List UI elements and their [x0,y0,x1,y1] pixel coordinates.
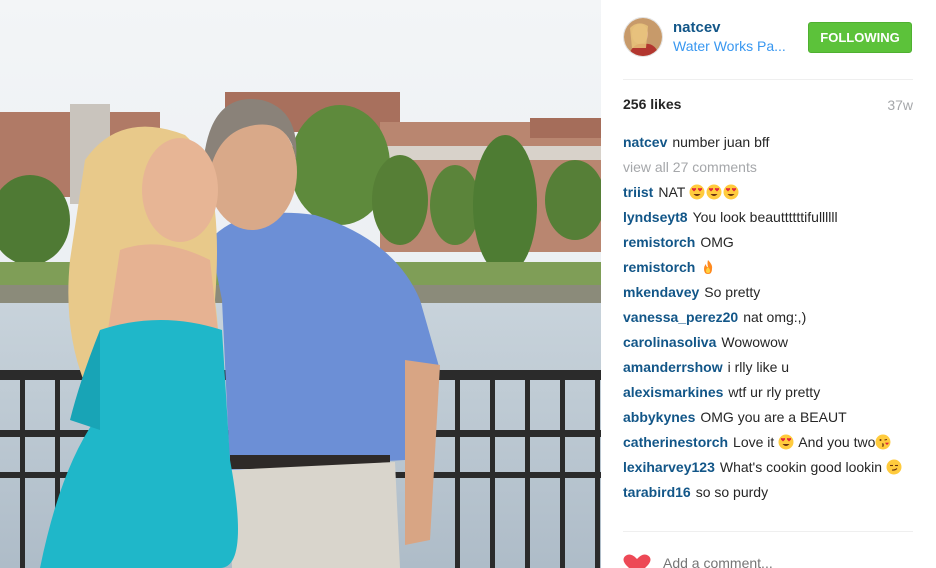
comment-username[interactable]: abbykynes [623,409,695,425]
comment-text: so so purdy [695,484,769,500]
divider [623,531,913,532]
comment-text: OMG you are a BEAUT [700,409,847,425]
comment-row: tarabird16 so so purdy [623,483,913,502]
following-button[interactable]: FOLLOWING [808,22,912,53]
heart-eyes-emoji-icon [778,434,794,450]
smirk-emoji-icon [886,459,902,475]
comment-text: And you two [795,434,876,450]
comment-text: Love it [733,434,775,450]
comment-username[interactable]: remistorch [623,259,695,275]
post-header: natcev Water Works Pa... FOLLOWING [623,17,913,59]
fire-emoji-icon [704,260,713,274]
post-photo[interactable] [0,0,601,568]
post-location[interactable]: Water Works Pa... [673,38,791,54]
likes-count[interactable]: 256 likes [623,96,681,112]
heart-eyes-emoji-icon [723,184,739,200]
comment-row: remistorch [623,258,913,277]
photo-illustration [0,0,601,568]
comment-row: catherinestorch Love it And you two [623,433,913,452]
view-all-comments-link[interactable]: view all 27 comments [623,158,913,177]
comment-row: mkendavey So pretty [623,283,913,302]
comment-username[interactable]: mkendavey [623,284,699,300]
post-username[interactable]: natcev [673,19,721,36]
more-options-icon[interactable]: ... [898,560,913,568]
divider [623,79,913,80]
comment-text: What's cookin good lookin [719,459,883,475]
add-comment-row: ... [623,548,913,568]
caption-text: number juan bff [672,134,770,150]
likes-row: 256 likes 37w [623,96,913,116]
heart-eyes-emoji-icon [689,184,705,200]
comment-row: lexiharvey123 What's cookin good lookin [623,458,913,477]
comment-username[interactable]: catherinestorch [623,434,728,450]
add-comment-input[interactable] [663,555,843,568]
comment-row: triist NAT [623,183,913,202]
comment-text: OMG [700,234,734,250]
comment-text: Wowowow [721,334,789,350]
comment-username[interactable]: vanessa_perez20 [623,309,738,325]
caption: natcev number juan bff [623,133,913,152]
caption-username[interactable]: natcev [623,134,667,150]
post-age[interactable]: 37w [887,97,913,113]
comment-username[interactable]: remistorch [623,234,695,250]
avatar[interactable] [623,17,663,57]
comment-username[interactable]: triist [623,184,653,200]
comment-row: alexismarkines wtf ur rly pretty [623,383,913,402]
comment-username[interactable]: alexismarkines [623,384,723,400]
comment-row: carolinasoliva Wowowow [623,333,913,352]
comment-username[interactable]: amanderrshow [623,359,723,375]
kiss-emoji-icon [875,434,891,450]
comment-username[interactable]: lyndseyt8 [623,209,688,225]
comment-row: amanderrshow i rlly like u [623,358,913,377]
comment-row: lyndseyt8 You look beauttttttifullllll [623,208,913,227]
comment-username[interactable]: carolinasoliva [623,334,716,350]
comment-text: You look beauttttttifullllll [692,209,838,225]
comment-username[interactable]: lexiharvey123 [623,459,715,475]
comment-row: abbykynes OMG you are a BEAUT [623,408,913,427]
post-details-panel: natcev Water Works Pa... FOLLOWING 256 l… [601,0,936,568]
comment-username[interactable]: tarabird16 [623,484,691,500]
heart-eyes-emoji-icon [706,184,722,200]
comment-row: remistorch OMG [623,233,913,252]
heart-icon[interactable] [623,554,651,568]
comment-text: NAT [658,184,686,200]
comment-text: nat omg:,) [743,309,807,325]
comment-row: vanessa_perez20 nat omg:,) [623,308,913,327]
comment-text: i rlly like u [727,359,790,375]
comments-list: natcev number juan bff view all 27 commen… [623,133,913,508]
comment-text: wtf ur rly pretty [728,384,821,400]
comment-text: So pretty [704,284,761,300]
